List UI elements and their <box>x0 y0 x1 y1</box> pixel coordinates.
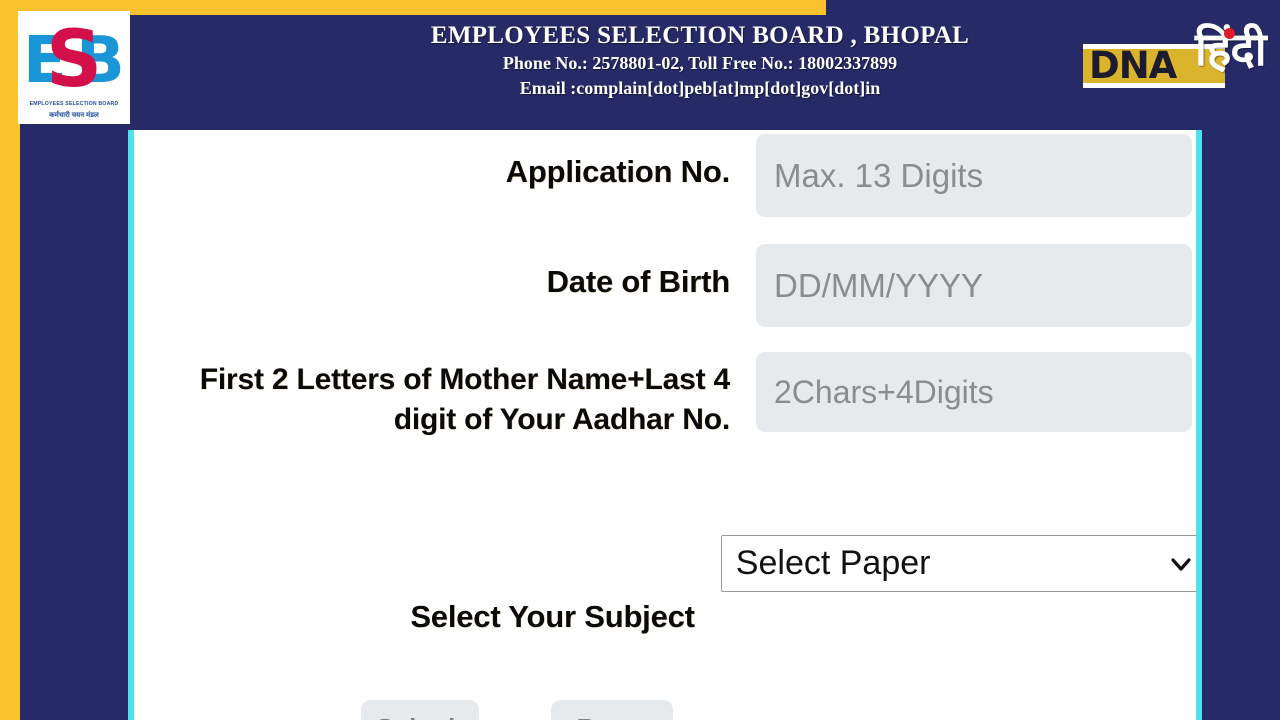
esb-logo: E B S EMPLOYEES SELECTION BOARD कर्मचारी… <box>18 11 130 124</box>
field-row-mother-aadhar: First 2 Letters of Mother Name+Last 4 di… <box>190 352 1196 439</box>
left-gold-rail <box>0 0 20 720</box>
select-paper-dropdown[interactable]: Select Paper <box>720 535 1196 592</box>
header-text-block: EMPLOYEES SELECTION BOARD , BHOPAL Phone… <box>320 22 1080 102</box>
header-email-line: Email :complain[dot]peb[at]mp[dot]gov[do… <box>519 78 881 99</box>
browser-viewport: EMPLOYEES SELECTION BOARD , BHOPAL Phone… <box>0 0 1280 720</box>
esb-logo-letter-s: S <box>46 15 103 105</box>
header-phone-line: Phone No.: 2578801-02, Toll Free No.: 18… <box>502 52 898 73</box>
dna-logo-red-dot <box>1224 28 1235 39</box>
application-no-input[interactable] <box>756 134 1192 217</box>
form-button-strip: Submit Reset <box>134 700 1196 720</box>
field-row-select-subject: Select Your Subject Select Paper <box>200 535 1196 638</box>
mother-aadhar-label: First 2 Letters of Mother Name+Last 4 di… <box>199 363 730 436</box>
application-no-label: Application No. <box>505 154 731 189</box>
form-inner: Application No. Date of Birth First 2 Le… <box>134 130 1196 720</box>
esb-logo-caption-hindi: कर्मचारी चयन मंडल <box>49 112 99 119</box>
reset-button[interactable]: Reset <box>551 700 673 720</box>
field-row-application-no: Application No. <box>200 134 1196 217</box>
application-form-card: Application No. Date of Birth First 2 Le… <box>128 130 1202 720</box>
dna-hindi-logo: DNA हिंदी <box>1083 18 1273 104</box>
select-subject-label: Select Your Subject <box>410 599 695 634</box>
select-paper-wrapper: Select Paper <box>720 535 1196 592</box>
date-of-birth-input[interactable] <box>756 244 1192 327</box>
site-title: EMPLOYEES SELECTION BOARD , BHOPAL <box>430 22 970 49</box>
mother-aadhar-input[interactable] <box>756 352 1192 432</box>
submit-button[interactable]: Submit <box>361 700 479 720</box>
field-row-date-of-birth: Date of Birth <box>200 244 1196 327</box>
date-of-birth-label: Date of Birth <box>546 264 731 299</box>
esb-logo-mark: E B S <box>18 13 130 101</box>
